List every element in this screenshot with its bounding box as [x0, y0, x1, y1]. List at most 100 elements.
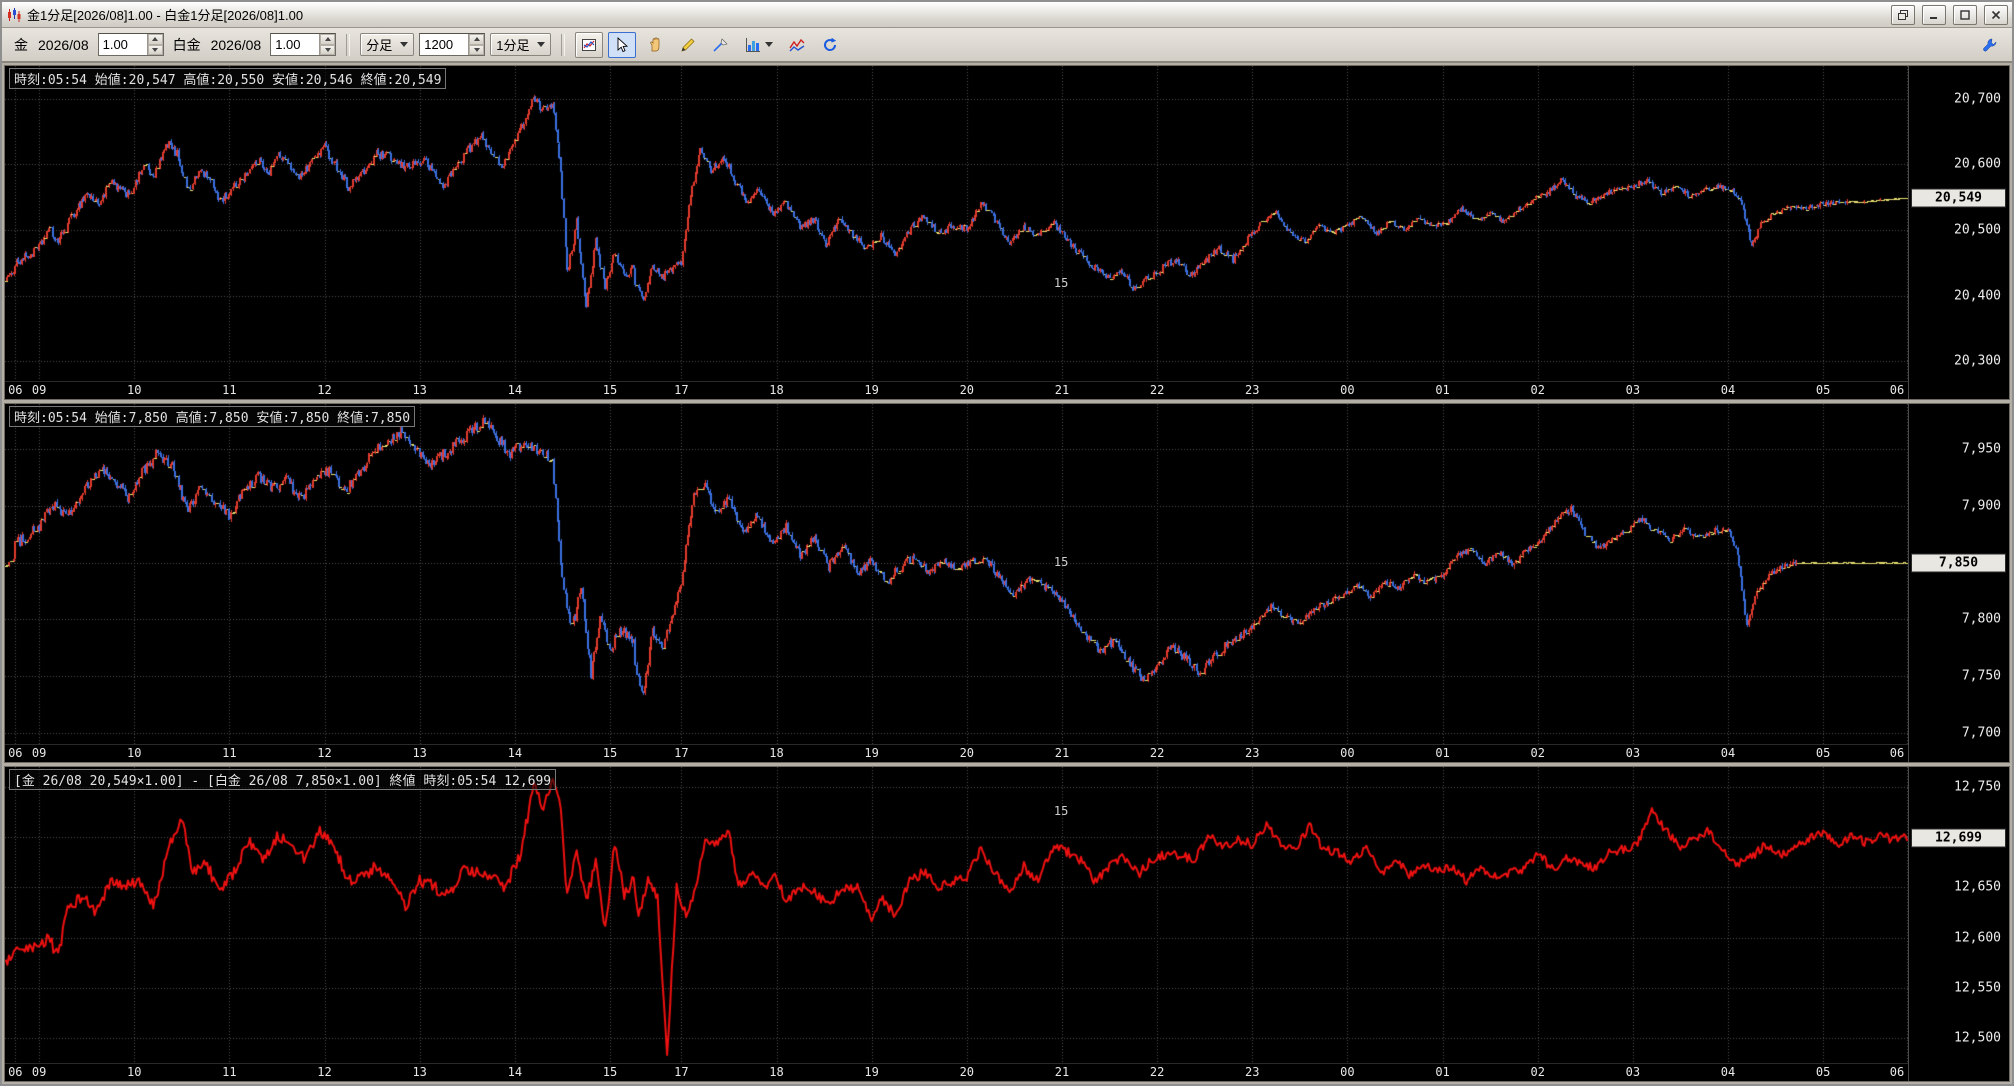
spin-down-icon[interactable] [148, 45, 163, 56]
chart-settings-button[interactable] [575, 32, 603, 58]
spin-down-icon[interactable] [320, 45, 335, 56]
close-button[interactable] [1984, 5, 2008, 25]
spin-up-icon[interactable] [320, 34, 335, 45]
maximize-button[interactable] [1953, 5, 1977, 25]
compare-chart-button[interactable] [783, 32, 811, 58]
gold-contract-month[interactable]: 2026/08 [34, 35, 93, 55]
spread-plot-area[interactable]: [金 26/08 20,549×1.00] - [白金 26/08 7,850×… [5, 767, 1908, 1063]
x-tick-label: 12 [317, 383, 331, 397]
x-tick-label: 06 [8, 746, 22, 760]
platinum-ratio-spinner[interactable]: 1.00 [270, 33, 336, 56]
app-candlestick-icon [6, 7, 22, 23]
chevron-down-icon [765, 42, 773, 47]
gold-last-price-badge: 20,549 [1911, 188, 2006, 207]
x-tick-label: 21 [1055, 383, 1069, 397]
x-tick-label: 06 [1890, 746, 1904, 760]
chevron-down-icon [537, 42, 545, 47]
gold-price-chart-canvas[interactable] [5, 66, 1908, 381]
x-tick-label: 00 [1340, 746, 1354, 760]
date-marker-label: 15 [1054, 555, 1068, 569]
x-tick-label: 06 [8, 1065, 22, 1079]
pan-tool-button[interactable] [641, 32, 669, 58]
x-tick-label: 09 [32, 1065, 46, 1079]
spread-last-value-badge: 12,699 [1911, 829, 2006, 848]
y-tick-label: 12,650 [1954, 880, 2001, 895]
window-title: 金1分足[2026/08]1.00 - 白金1分足[2026/08]1.00 [27, 5, 303, 24]
x-tick-label: 01 [1435, 383, 1449, 397]
gold-plot-area[interactable]: 時刻:05:54 始値:20,547 高値:20,550 安値:20,546 終… [5, 66, 1908, 381]
platinum-ratio-spin-buttons[interactable] [319, 34, 335, 55]
x-tick-label: 23 [1245, 746, 1259, 760]
x-tick-label: 21 [1055, 1065, 1069, 1079]
x-tick-label: 17 [674, 383, 688, 397]
x-tick-label: 06 [8, 383, 22, 397]
spin-down-icon[interactable] [469, 45, 484, 56]
y-tick-label: 20,700 [1954, 91, 2001, 106]
x-tick-label: 18 [769, 746, 783, 760]
x-tick-label: 02 [1530, 383, 1544, 397]
spread-plot-wrap: [金 26/08 20,549×1.00] - [白金 26/08 7,850×… [5, 767, 1908, 1081]
x-tick-label: 15 [603, 1065, 617, 1079]
gold-y-axis: 20,549 20,70020,60020,50020,40020,300 [1908, 66, 2009, 399]
toolbar-separator [346, 34, 350, 56]
bar-count-spin-buttons[interactable] [468, 34, 484, 55]
x-tick-label: 09 [32, 746, 46, 760]
x-tick-label: 18 [769, 383, 783, 397]
x-tick-label: 19 [864, 383, 878, 397]
spin-up-icon[interactable] [469, 34, 484, 45]
x-tick-label: 20 [960, 383, 974, 397]
gold-ratio-value[interactable]: 1.00 [99, 34, 147, 55]
x-tick-label: 13 [412, 383, 426, 397]
x-tick-label: 14 [508, 746, 522, 760]
x-tick-label: 13 [412, 746, 426, 760]
platinum-plot-area[interactable]: 時刻:05:54 始値:7,850 高値:7,850 安値:7,850 終値:7… [5, 404, 1908, 744]
x-tick-label: 19 [864, 1065, 878, 1079]
y-tick-label: 20,300 [1954, 354, 2001, 369]
platinum-ratio-value[interactable]: 1.00 [271, 34, 319, 55]
chart-type-dropdown[interactable] [740, 32, 778, 58]
y-tick-label: 20,600 [1954, 157, 2001, 172]
gold-ohlc-info: 時刻:05:54 始値:20,547 高値:20,550 安値:20,546 終… [9, 68, 446, 89]
float-window-button[interactable] [1891, 5, 1915, 25]
interval-label: 1分足 [496, 35, 529, 54]
spread-chart-canvas[interactable] [5, 767, 1908, 1063]
select-tool-button[interactable] [608, 32, 636, 58]
minimize-button[interactable] [1922, 5, 1946, 25]
x-tick-label: 10 [127, 746, 141, 760]
platinum-contract-month[interactable]: 2026/08 [207, 35, 266, 55]
title-bar[interactable]: 金1分足[2026/08]1.00 - 白金1分足[2026/08]1.00 [2, 2, 2012, 28]
refresh-button[interactable] [816, 32, 844, 58]
chevron-down-icon [400, 42, 408, 47]
spin-up-icon[interactable] [148, 34, 163, 45]
y-tick-label: 7,950 [1962, 442, 2001, 457]
x-tick-label: 23 [1245, 1065, 1259, 1079]
settings-wrench-button[interactable] [1976, 32, 2004, 58]
x-tick-label: 01 [1435, 746, 1449, 760]
x-tick-label: 01 [1435, 1065, 1449, 1079]
bar-count-spinner[interactable]: 1200 [419, 33, 485, 56]
gold-ratio-spinner[interactable]: 1.00 [98, 33, 164, 56]
gold-chart-panel: 時刻:05:54 始値:20,547 高値:20,550 安値:20,546 終… [4, 65, 2010, 400]
x-tick-label: 15 [603, 746, 617, 760]
pencil-tool-button[interactable] [674, 32, 702, 58]
date-marker-label: 15 [1054, 804, 1068, 818]
platinum-label: 白金 [173, 35, 201, 55]
platinum-x-axis: 0609101112131415171819202122230001020304… [5, 744, 1908, 762]
gold-ratio-spin-buttons[interactable] [147, 34, 163, 55]
gold-plot-wrap: 時刻:05:54 始値:20,547 高値:20,550 安値:20,546 終… [5, 66, 1908, 399]
timeframe-label: 分足 [366, 35, 392, 54]
x-tick-label: 22 [1150, 746, 1164, 760]
trendline-tool-button[interactable] [707, 32, 735, 58]
platinum-price-chart-canvas[interactable] [5, 404, 1908, 744]
interval-dropdown[interactable]: 1分足 [490, 33, 551, 56]
x-tick-label: 14 [508, 1065, 522, 1079]
y-tick-label: 7,900 [1962, 499, 2001, 514]
spread-x-axis: 0609101112131415171819202122230001020304… [5, 1063, 1908, 1081]
bar-count-value[interactable]: 1200 [420, 34, 468, 55]
x-tick-label: 11 [222, 383, 236, 397]
x-tick-label: 02 [1530, 1065, 1544, 1079]
timeframe-dropdown[interactable]: 分足 [360, 33, 414, 56]
y-tick-label: 7,800 [1962, 612, 2001, 627]
x-tick-label: 22 [1150, 383, 1164, 397]
date-marker-label: 15 [1054, 276, 1068, 290]
